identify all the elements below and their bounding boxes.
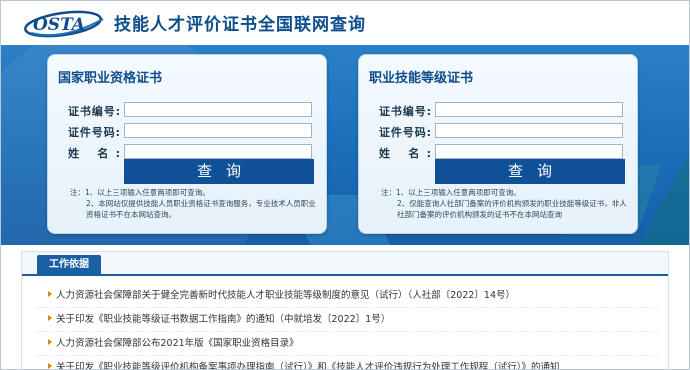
- osta-logo[interactable]: OSTA: [23, 7, 107, 39]
- note-line: 注：1、以上三项输入任意两项即可查询。: [381, 188, 521, 197]
- basis-link[interactable]: 人力资源社会保障部关于健全完善新时代技能人才职业技能等级制度的意见（试行）（人社…: [56, 287, 515, 301]
- cert-number-label: 证书编号:: [379, 105, 431, 118]
- tab-work-basis[interactable]: 工作依据: [37, 255, 101, 274]
- basis-list: 人力资源社会保障部关于健全完善新时代技能人才职业技能等级制度的意见（试行）（人社…: [36, 284, 658, 369]
- id-number-input[interactable]: [124, 123, 312, 138]
- id-number-label: 证件号码:: [68, 126, 120, 139]
- basis-link[interactable]: 关于印发《职业技能等级证书数据工作指南》的通知（中就培发〔2022〕1号）: [56, 311, 390, 325]
- site-header: OSTA 技能人才评价证书全国联网查询: [1, 1, 689, 45]
- query-notes: 注：1、以上三项输入任意两项即可查询。 2、本网站仅提供技能人员职业资格证书查询…: [70, 187, 316, 220]
- bullet-arrow-icon: [48, 363, 52, 369]
- list-item: 关于印发《职业技能等级评价机构备案事项办理指南（试行）》和《技能人才评价违规行为…: [36, 356, 658, 369]
- id-number-row: 证件号码:: [48, 123, 326, 141]
- panel-title: 职业技能等级证书: [369, 71, 474, 86]
- skill-cert-panel: 职业技能等级证书 证书编号: 证件号码: 姓 名: 查询 注：1、以上三项输入任…: [358, 54, 638, 234]
- query-button[interactable]: 查询: [124, 159, 314, 184]
- bullet-arrow-icon: [48, 339, 52, 345]
- basis-link[interactable]: 人力资源社会保障部公布2021年版《国家职业资格目录》: [56, 335, 299, 349]
- name-input[interactable]: [435, 144, 623, 159]
- note-line: 2、仅能查询人社部门备案的评价机构颁发的职业技能等级证书，非人社部门备案的评价机…: [397, 199, 627, 219]
- cert-number-row: 证书编号:: [359, 102, 637, 120]
- cert-number-label: 证书编号:: [68, 105, 120, 118]
- note-line: 注：1、以上三项输入任意两项即可查询。: [70, 188, 210, 197]
- name-label: 姓 名:: [379, 147, 431, 160]
- panel-title: 国家职业资格证书: [58, 71, 163, 86]
- page-frame: OSTA 技能人才评价证书全国联网查询 国家职业资格证书 证书编号: 证件号码:…: [0, 0, 690, 370]
- id-number-row: 证件号码:: [359, 123, 637, 141]
- basis-link[interactable]: 关于印发《职业技能等级评价机构备案事项办理指南（试行）》和《技能人才评价违规行为…: [56, 359, 560, 369]
- name-label: 姓 名:: [68, 147, 120, 160]
- logo-text: OSTA: [33, 15, 85, 35]
- bullet-arrow-icon: [48, 291, 52, 297]
- id-number-input[interactable]: [435, 123, 623, 138]
- id-number-label: 证件号码:: [379, 126, 431, 139]
- section-tab-bar: 工作依据: [22, 252, 668, 276]
- list-item: 人力资源社会保障部关于健全完善新时代技能人才职业技能等级制度的意见（试行）（人社…: [36, 284, 658, 308]
- name-input[interactable]: [124, 144, 312, 159]
- query-button[interactable]: 查询: [435, 159, 625, 184]
- site-title: 技能人才评价证书全国联网查询: [114, 15, 366, 35]
- work-basis-section: 工作依据 人力资源社会保障部关于健全完善新时代技能人才职业技能等级制度的意见（试…: [21, 251, 669, 369]
- cert-number-input[interactable]: [124, 102, 312, 117]
- bullet-arrow-icon: [48, 315, 52, 321]
- list-item: 关于印发《职业技能等级证书数据工作指南》的通知（中就培发〔2022〕1号）: [36, 308, 658, 332]
- list-item: 人力资源社会保障部公布2021年版《国家职业资格目录》: [36, 332, 658, 356]
- query-banner: 国家职业资格证书 证书编号: 证件号码: 姓 名: 查询 注：1、以上三项输入任…: [1, 45, 689, 245]
- query-notes: 注：1、以上三项输入任意两项即可查询。 2、仅能查询人社部门备案的评价机构颁发的…: [381, 187, 627, 220]
- cert-number-row: 证书编号:: [48, 102, 326, 120]
- national-cert-panel: 国家职业资格证书 证书编号: 证件号码: 姓 名: 查询 注：1、以上三项输入任…: [47, 54, 327, 234]
- cert-number-input[interactable]: [435, 102, 623, 117]
- note-line: 2、本网站仅提供技能人员职业资格证书查询服务，专业技术人员职业资格证书不在本网站…: [86, 199, 316, 219]
